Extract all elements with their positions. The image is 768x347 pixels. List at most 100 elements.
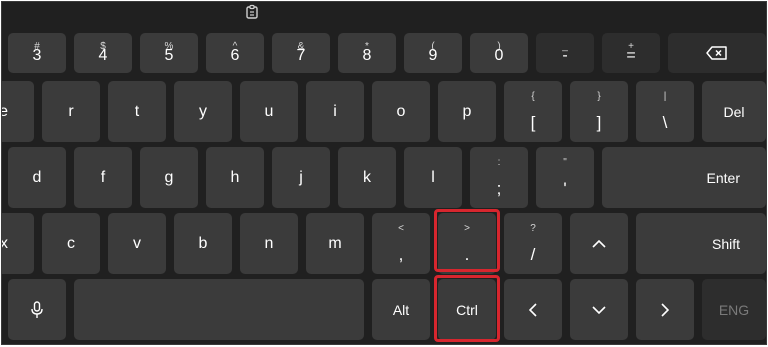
key-label: 9 xyxy=(428,47,438,64)
arrow-down-key[interactable] xyxy=(570,279,628,340)
key-label: v xyxy=(133,234,141,252)
key-o[interactable]: o xyxy=(372,81,430,142)
key-label: p xyxy=(462,102,472,120)
space-key[interactable] xyxy=(74,279,364,340)
delete-key[interactable]: Del xyxy=(702,81,766,142)
touch-keyboard: # 3 $ 4 % 5 ^ 6 & 7 * 8 ( 9 ) 0 _ - + = xyxy=(1,1,767,345)
key-symbol: | xyxy=(663,91,667,102)
key-7[interactable]: & 7 xyxy=(272,33,330,73)
key-label: 5 xyxy=(164,47,174,64)
key-label: 4 xyxy=(98,47,108,64)
key-label: g xyxy=(164,168,174,186)
key-d[interactable]: d xyxy=(8,147,66,208)
key-e[interactable]: e xyxy=(2,81,34,142)
key-label: = xyxy=(626,47,636,64)
key-u[interactable]: u xyxy=(240,81,298,142)
key-label: f xyxy=(100,168,106,186)
key-left-bracket[interactable]: { [ xyxy=(504,81,562,142)
key-symbol: < xyxy=(398,223,404,234)
key-label: \ xyxy=(662,113,668,132)
key-backslash[interactable]: | \ xyxy=(636,81,694,142)
language-key[interactable]: ENG xyxy=(702,279,766,340)
arrow-right-key[interactable] xyxy=(636,279,694,340)
key-8[interactable]: * 8 xyxy=(338,33,396,73)
key-symbol: : xyxy=(497,157,501,168)
key-c[interactable]: c xyxy=(42,213,100,274)
key-period[interactable]: > . xyxy=(438,213,496,274)
key-label: o xyxy=(396,102,406,120)
key-symbol: } xyxy=(597,91,601,102)
key-label: - xyxy=(562,47,568,64)
shift-key[interactable]: Shift xyxy=(636,213,766,274)
key-label: Enter xyxy=(706,169,740,186)
key-equals[interactable]: + = xyxy=(602,33,660,73)
key-t[interactable]: t xyxy=(108,81,166,142)
key-m[interactable]: m xyxy=(306,213,364,274)
key-6[interactable]: ^ 6 xyxy=(206,33,264,73)
key-label: ] xyxy=(596,113,602,132)
key-label: 7 xyxy=(296,47,306,64)
key-label: Del xyxy=(723,103,745,120)
key-label: Ctrl xyxy=(456,301,478,318)
key-label: h xyxy=(230,168,240,186)
key-3[interactable]: # 3 xyxy=(8,33,66,73)
key-r[interactable]: r xyxy=(42,81,100,142)
key-label: 0 xyxy=(494,47,504,64)
alt-key[interactable]: Alt xyxy=(372,279,430,340)
key-b[interactable]: b xyxy=(174,213,232,274)
key-right-bracket[interactable]: } ] xyxy=(570,81,628,142)
key-label: i xyxy=(333,102,337,120)
key-f[interactable]: f xyxy=(74,147,132,208)
key-label: Alt xyxy=(392,301,410,318)
key-label: d xyxy=(32,168,42,186)
key-0[interactable]: ) 0 xyxy=(470,33,528,73)
key-minus[interactable]: _ - xyxy=(536,33,594,73)
arrow-left-key[interactable] xyxy=(504,279,562,340)
key-l[interactable]: l xyxy=(404,147,462,208)
key-quote[interactable]: " ' xyxy=(536,147,594,208)
key-label: y xyxy=(199,102,207,120)
key-j[interactable]: j xyxy=(272,147,330,208)
key-k[interactable]: k xyxy=(338,147,396,208)
key-label: m xyxy=(328,234,342,252)
key-semicolon[interactable]: : ; xyxy=(470,147,528,208)
ctrl-key[interactable]: Ctrl xyxy=(438,279,496,340)
key-label: x xyxy=(2,235,8,253)
clipboard-icon[interactable] xyxy=(244,4,260,20)
key-symbol: { xyxy=(531,91,535,102)
key-label: ; xyxy=(496,179,502,198)
key-label: Shift xyxy=(711,235,740,252)
key-label: k xyxy=(363,168,371,186)
key-4[interactable]: $ 4 xyxy=(74,33,132,73)
key-p[interactable]: p xyxy=(438,81,496,142)
key-label: b xyxy=(198,234,208,252)
key-label: 8 xyxy=(362,47,372,64)
key-y[interactable]: y xyxy=(174,81,232,142)
key-label: r xyxy=(68,102,74,120)
key-v[interactable]: v xyxy=(108,213,166,274)
key-label: / xyxy=(530,245,536,264)
key-n[interactable]: n xyxy=(240,213,298,274)
key-5[interactable]: % 5 xyxy=(140,33,198,73)
key-label: 6 xyxy=(230,47,240,64)
arrow-up-key[interactable] xyxy=(570,213,628,274)
key-symbol: ? xyxy=(530,223,536,234)
key-h[interactable]: h xyxy=(206,147,264,208)
key-label: j xyxy=(299,168,303,186)
key-g[interactable]: g xyxy=(140,147,198,208)
key-comma[interactable]: < , xyxy=(372,213,430,274)
key-label: c xyxy=(67,234,75,252)
key-slash[interactable]: ? / xyxy=(504,213,562,274)
key-label: ' xyxy=(563,179,567,198)
microphone-key[interactable] xyxy=(8,279,66,340)
key-label: , xyxy=(398,245,404,264)
backspace-key[interactable] xyxy=(668,33,766,73)
key-i[interactable]: i xyxy=(306,81,364,142)
key-x[interactable]: x xyxy=(2,213,34,274)
key-9[interactable]: ( 9 xyxy=(404,33,462,73)
key-label: [ xyxy=(530,113,536,132)
enter-key[interactable]: Enter xyxy=(602,147,766,208)
key-symbol: > xyxy=(464,223,470,234)
key-label: l xyxy=(431,168,435,186)
key-label: . xyxy=(464,245,470,264)
